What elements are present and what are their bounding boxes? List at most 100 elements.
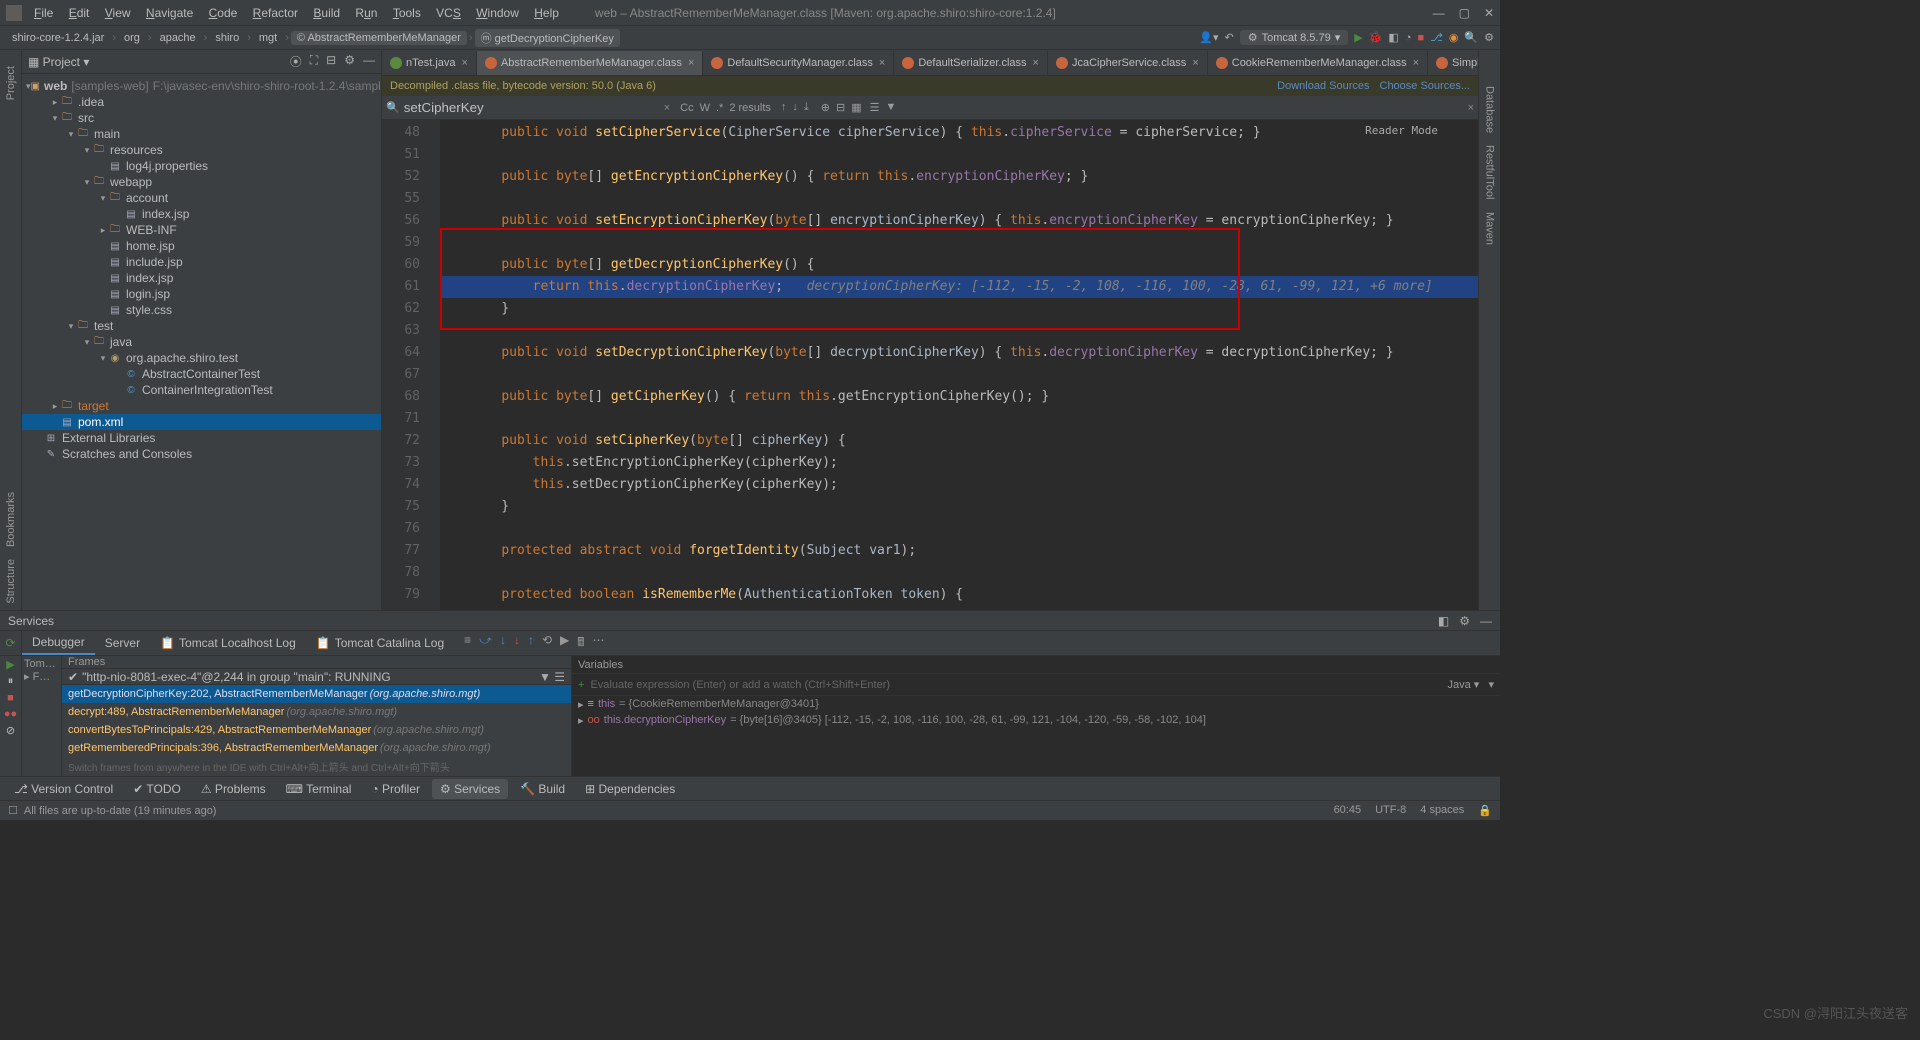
tree-account[interactable]: ▾🗀account xyxy=(22,190,381,206)
tree-org.apache.shiro.test[interactable]: ▾◉org.apache.shiro.test xyxy=(22,350,381,366)
close-icon[interactable]: × xyxy=(879,57,885,69)
right-toolwindow-bar[interactable]: Database RestfulTool Maven xyxy=(1478,50,1500,610)
git-icon[interactable]: ⎇ xyxy=(1430,31,1443,44)
back-icon[interactable]: ↶ xyxy=(1225,31,1234,44)
restfultool-toolbtn[interactable]: RestfulTool xyxy=(1484,139,1496,205)
tree-.idea[interactable]: ▸🗀.idea xyxy=(22,94,381,110)
rerun-icon[interactable]: ⟳ xyxy=(5,636,15,650)
tree-style.css[interactable]: ▤style.css xyxy=(22,302,381,318)
run-to-cursor-icon[interactable]: ▶ xyxy=(560,633,569,654)
tab-nTest.java[interactable]: nTest.java× xyxy=(382,51,477,75)
stack-frame[interactable]: decrypt:489, AbstractRememberMeManager (… xyxy=(62,703,571,721)
resume-icon[interactable]: ▶ xyxy=(6,658,14,671)
close-search-icon[interactable]: × xyxy=(1468,102,1474,114)
tab-JcaCipherService.class[interactable]: JcaCipherService.class× xyxy=(1048,51,1208,75)
bottom-tab-problems[interactable]: ⚠ Problems xyxy=(193,779,274,799)
tree-Scratches and Consoles[interactable]: ✎Scratches and Consoles xyxy=(22,446,381,462)
layout-icon[interactable]: ◧ xyxy=(1438,614,1449,628)
menu-view[interactable]: View xyxy=(99,6,137,20)
settings-icon[interactable]: ⚙ xyxy=(1484,31,1494,44)
menu-build[interactable]: Build xyxy=(307,6,346,20)
collapse-all-icon[interactable]: ⊟ xyxy=(326,53,336,70)
profile-icon[interactable]: ◔ xyxy=(1405,32,1412,44)
bottom-tab-todo[interactable]: ✔ TODO xyxy=(125,779,189,799)
tree-webapp[interactable]: ▾🗀webapp xyxy=(22,174,381,190)
close-icon[interactable]: × xyxy=(688,57,694,69)
up-icon[interactable]: ↑ xyxy=(781,101,787,114)
coverage-icon[interactable]: ◧ xyxy=(1388,31,1398,44)
crumb-1[interactable]: org xyxy=(118,31,146,45)
tab-SimpleCookie.class[interactable]: SimpleCookie.class× xyxy=(1428,51,1478,75)
down-icon[interactable]: ↓ xyxy=(792,101,798,114)
bottom-tab-version-control[interactable]: ⎇ Version Control xyxy=(6,779,121,799)
hide-icon[interactable]: — xyxy=(363,53,375,70)
gear-icon[interactable]: ⚙ xyxy=(1459,614,1470,628)
tree-col[interactable]: Tom…▸ F… xyxy=(22,656,62,776)
tree-ContainerIntegrationTest[interactable]: ©ContainerIntegrationTest xyxy=(22,382,381,398)
debugger-tab[interactable]: Debugger xyxy=(22,631,95,655)
code-editor[interactable]: Reader Mode public void setCipherService… xyxy=(440,120,1478,610)
tree-java[interactable]: ▾🗀java xyxy=(22,334,381,350)
bottom-tab-build[interactable]: 🔨 Build xyxy=(512,779,573,799)
tree-pom.xml[interactable]: ▤pom.xml xyxy=(22,414,381,430)
maximize-icon[interactable]: ▢ xyxy=(1459,6,1470,20)
close-icon[interactable]: × xyxy=(1192,57,1198,69)
user-icon[interactable]: 👤▾ xyxy=(1199,31,1218,44)
line-gutter[interactable]: 4851525556596061626364676871727374757677… xyxy=(382,120,426,610)
menu-run[interactable]: Run xyxy=(349,6,383,20)
pause-icon[interactable]: ⏸ xyxy=(8,675,14,688)
settings-icon[interactable]: ⚙ xyxy=(344,53,355,70)
structure-toolbtn[interactable]: Structure xyxy=(5,553,17,610)
menu-file[interactable]: File xyxy=(28,6,59,20)
tree-log4j.properties[interactable]: ▤log4j.properties xyxy=(22,158,381,174)
tree-main[interactable]: ▾🗀main xyxy=(22,126,381,142)
crumb-4[interactable]: mgt xyxy=(253,31,283,45)
database-toolbtn[interactable]: Database xyxy=(1484,80,1496,139)
crumb-5[interactable]: © AbstractRememberMeManager xyxy=(291,31,467,45)
choose-sources-link[interactable]: Choose Sources... xyxy=(1380,80,1471,92)
cursor-pos[interactable]: 60:45 xyxy=(1334,804,1362,817)
step-out-icon[interactable]: ↑ xyxy=(528,633,534,654)
menu-window[interactable]: Window xyxy=(470,6,525,20)
tree-test[interactable]: ▾🗀test xyxy=(22,318,381,334)
select-opened-icon[interactable]: ⦿ xyxy=(290,53,302,70)
more-icon[interactable]: ⋯ xyxy=(592,633,604,654)
drop-frame-icon[interactable]: ⟲ xyxy=(542,633,552,654)
bookmarks-toolbtn[interactable]: Bookmarks xyxy=(5,486,17,553)
crumb-0[interactable]: shiro-core-1.2.4.jar xyxy=(6,31,110,45)
menu-refactor[interactable]: Refactor xyxy=(247,6,304,20)
vcs-status-icon[interactable]: ☐ xyxy=(8,804,18,817)
menu-tools[interactable]: Tools xyxy=(387,6,427,20)
crumb-6[interactable]: ⓜ getDecryptionCipherKey xyxy=(475,29,620,47)
close-icon[interactable]: × xyxy=(1033,57,1039,69)
tab-DefaultSerializer.class[interactable]: DefaultSerializer.class× xyxy=(894,51,1048,75)
server-tab[interactable]: Server xyxy=(95,631,150,655)
fold-gutter[interactable] xyxy=(426,120,440,610)
services-header[interactable]: Services ◧⚙— xyxy=(0,610,1500,630)
tree-resources[interactable]: ▾🗀resources xyxy=(22,142,381,158)
crumb-3[interactable]: shiro xyxy=(209,31,245,45)
step-over-icon[interactable]: ⤻ xyxy=(479,633,492,654)
tomcat-localhost-tab[interactable]: 📋 Tomcat Localhost Log xyxy=(150,631,306,655)
tree-AbstractContainerTest[interactable]: ©AbstractContainerTest xyxy=(22,366,381,382)
tab-DefaultSecurityManager.class[interactable]: DefaultSecurityManager.class× xyxy=(703,51,894,75)
eval-input[interactable]: + Evaluate expression (Enter) or add a w… xyxy=(572,674,1500,696)
crumb-2[interactable]: apache xyxy=(154,31,202,45)
project-tree[interactable]: ▾▣web [samples-web] F:\javasec-env\shiro… xyxy=(22,74,381,610)
stack-frame[interactable]: getDecryptionCipherKey:202, AbstractReme… xyxy=(62,685,571,703)
left-toolwindow-bar[interactable]: Project Bookmarks Structure xyxy=(0,50,22,610)
lang-select[interactable]: Java ▾ ▾ xyxy=(1447,678,1494,691)
bottom-tab-dependencies[interactable]: ⊞ Dependencies xyxy=(577,779,683,799)
evaluate-icon[interactable]: 🖩 xyxy=(577,633,584,654)
menubar[interactable]: File Edit View Navigate Code Refactor Bu… xyxy=(28,6,565,20)
bottom-tab-terminal[interactable]: ⌨ Terminal xyxy=(278,779,360,799)
tree-External Libraries[interactable]: ⊞External Libraries xyxy=(22,430,381,446)
menu-navigate[interactable]: Navigate xyxy=(140,6,199,20)
tree-src[interactable]: ▾🗀src xyxy=(22,110,381,126)
stack-frame[interactable]: getRememberedPrincipals:396, AbstractRem… xyxy=(62,739,571,757)
mute-bp-icon[interactable]: ⊘ xyxy=(6,724,15,737)
force-step-into-icon[interactable]: ↓ xyxy=(514,633,520,654)
close-icon[interactable]: × xyxy=(1413,57,1419,69)
stop-icon[interactable]: ■ xyxy=(1417,32,1424,44)
variable-row[interactable]: ▸ oo this.decryptionCipherKey = {byte[16… xyxy=(572,712,1500,728)
